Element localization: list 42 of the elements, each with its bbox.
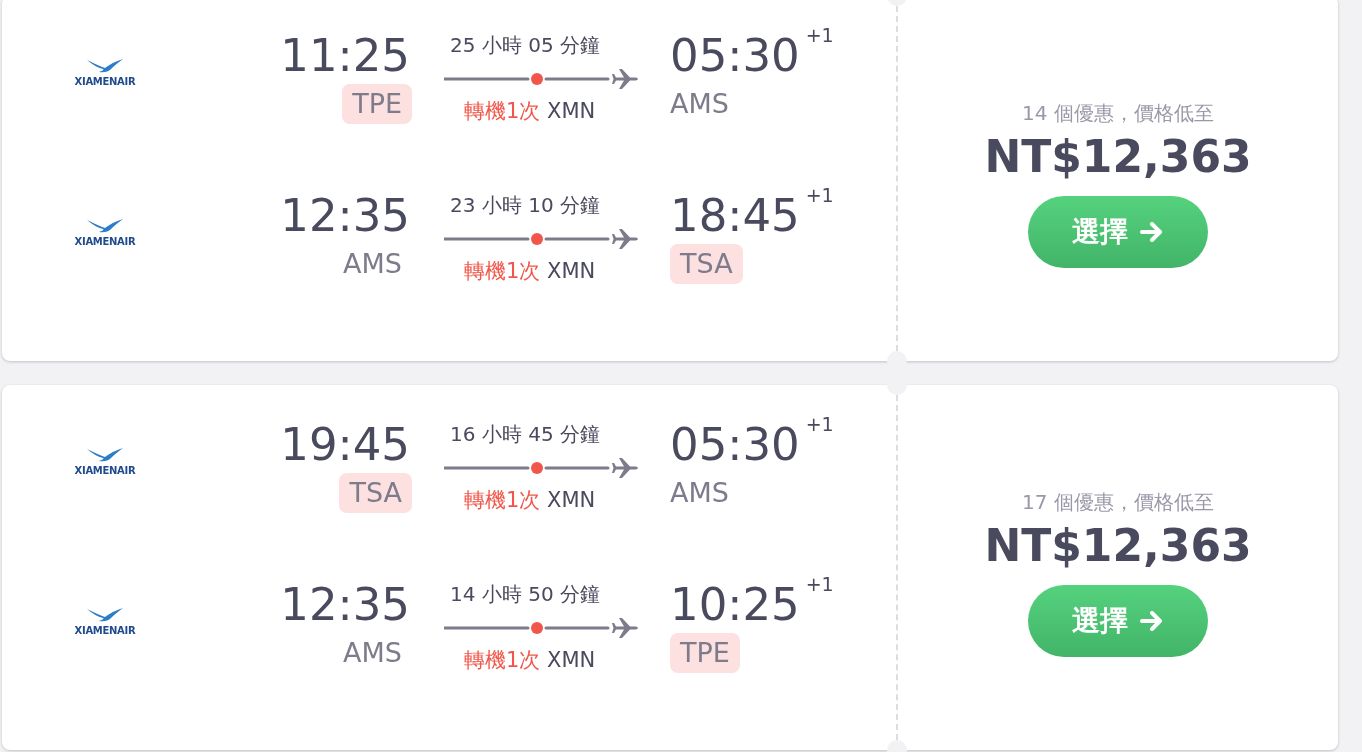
airline-name: XIAMENAIR bbox=[74, 236, 136, 247]
deals-count: 17 個優惠，價格低至 bbox=[1022, 488, 1214, 516]
price: NT$12,363 bbox=[984, 519, 1252, 571]
departure-time: 12:35 bbox=[280, 577, 410, 633]
duration: 16 小時 45 分鐘 bbox=[450, 421, 600, 448]
via-airport: XMN bbox=[547, 99, 596, 123]
departure-time: 19:45 bbox=[280, 417, 410, 473]
airport-code: TPE bbox=[670, 633, 740, 673]
airport-code: TSA bbox=[670, 244, 743, 284]
airport-code: TSA bbox=[339, 473, 412, 513]
via-airport: XMN bbox=[547, 488, 596, 512]
stops-label: 轉機1次 bbox=[464, 488, 541, 512]
stops-label: 轉機1次 bbox=[464, 99, 541, 123]
duration: 14 小時 50 分鐘 bbox=[450, 581, 600, 608]
duration: 25 小時 05 分鐘 bbox=[450, 32, 600, 59]
select-button[interactable]: 選擇 bbox=[1028, 584, 1208, 657]
stops-label: 轉機1次 bbox=[464, 259, 541, 283]
price: NT$12,363 bbox=[984, 130, 1252, 182]
airline-name: XIAMENAIR bbox=[74, 76, 136, 87]
arrival-time: 18:45 bbox=[670, 188, 800, 244]
airport-code: TPE bbox=[342, 84, 412, 124]
day-offset: +1 bbox=[805, 573, 834, 595]
departure-time: 12:35 bbox=[280, 188, 410, 244]
day-offset: +1 bbox=[805, 184, 834, 206]
arrival-time: 10:25 bbox=[670, 577, 800, 633]
airline-name: XIAMENAIR bbox=[74, 465, 136, 476]
duration: 23 小時 10 分鐘 bbox=[450, 192, 600, 219]
airport-code: AMS bbox=[342, 636, 403, 670]
airline-name: XIAMENAIR bbox=[74, 625, 136, 636]
departure-time: 11:25 bbox=[280, 28, 410, 84]
day-offset: +1 bbox=[805, 24, 834, 46]
airport-code: AMS bbox=[342, 247, 403, 281]
stops-label: 轉機1次 bbox=[464, 648, 541, 672]
select-button[interactable]: 選擇 bbox=[1028, 195, 1208, 268]
deals-count: 14 個優惠，價格低至 bbox=[1022, 99, 1214, 127]
day-offset: +1 bbox=[805, 413, 834, 435]
airport-code: AMS bbox=[669, 87, 730, 121]
airport-code: AMS bbox=[669, 476, 730, 510]
arrival-time: 05:30 bbox=[670, 28, 800, 84]
via-airport: XMN bbox=[547, 648, 596, 672]
via-airport: XMN bbox=[547, 259, 596, 283]
arrival-time: 05:30 bbox=[670, 417, 800, 473]
